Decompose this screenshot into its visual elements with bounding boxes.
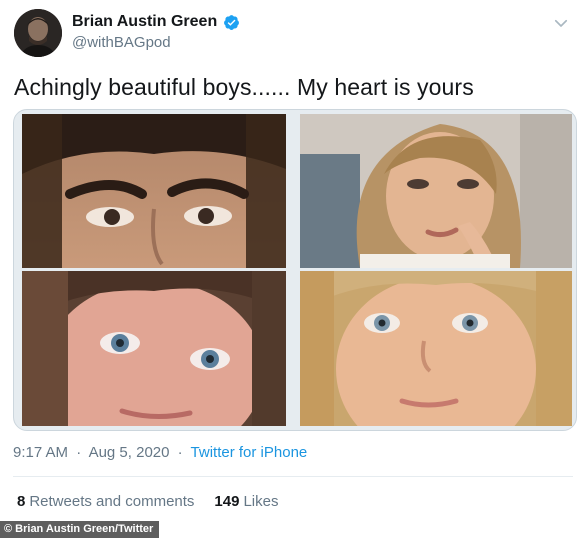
photo-4[interactable] <box>300 271 572 426</box>
photo-3[interactable] <box>22 271 286 426</box>
meta-separator-2: · <box>177 444 183 461</box>
tweet-source-link[interactable]: Twitter for iPhone <box>191 444 308 461</box>
chevron-down-icon[interactable] <box>552 14 570 32</box>
author-display-name[interactable]: Brian Austin Green <box>72 13 217 31</box>
likes-stat[interactable]: 149 Likes <box>214 493 278 510</box>
photo-grid[interactable] <box>13 109 577 431</box>
retweets-stat[interactable]: 8 Retweets and comments <box>17 493 194 510</box>
tweet-card: Brian Austin Green @withBAGpod Achingly … <box>0 0 586 520</box>
image-credit: © Brian Austin Green/Twitter <box>0 521 160 538</box>
tweet-text: Achingly beautiful boys...... My heart i… <box>14 74 474 100</box>
tweet-date[interactable]: Aug 5, 2020 <box>89 444 170 461</box>
photo-2[interactable] <box>300 114 572 268</box>
likes-count: 149 <box>214 493 240 510</box>
photo-1[interactable] <box>22 114 286 268</box>
retweets-label: Retweets and comments <box>29 493 195 510</box>
tweet-timestamp: 9:17 AM · Aug 5, 2020 · Twitter for iPho… <box>13 444 307 461</box>
meta-separator: · <box>76 444 82 461</box>
divider <box>13 476 573 477</box>
verified-badge-icon <box>224 14 240 30</box>
likes-label: Likes <box>243 493 279 510</box>
author-handle[interactable]: @withBAGpod <box>72 34 171 51</box>
tweet-time[interactable]: 9:17 AM <box>13 444 68 461</box>
retweets-count: 8 <box>17 493 26 510</box>
avatar[interactable] <box>14 9 62 57</box>
author-name-row: Brian Austin Green <box>72 13 240 31</box>
tweet-stats: 8 Retweets and comments 149 Likes <box>17 493 278 510</box>
avatar-image <box>14 9 62 57</box>
